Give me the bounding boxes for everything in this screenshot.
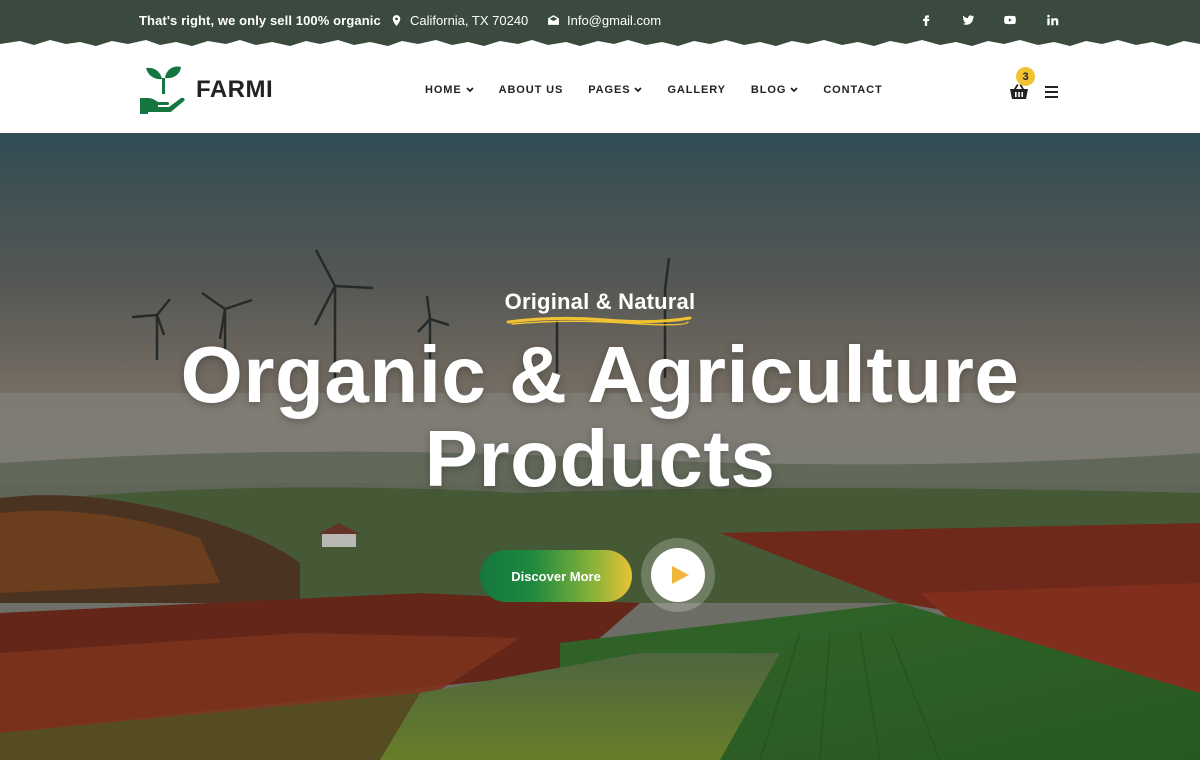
nav-item-label: HOME bbox=[425, 84, 462, 96]
play-icon bbox=[672, 566, 689, 584]
cart-count-badge: 3 bbox=[1016, 67, 1035, 86]
menu-icon[interactable] bbox=[1045, 86, 1059, 98]
cart-icon bbox=[1010, 84, 1028, 99]
nav-item-contact[interactable]: CONTACT bbox=[823, 84, 882, 96]
facebook-icon[interactable] bbox=[918, 12, 934, 28]
envelope-icon bbox=[548, 15, 559, 25]
torn-paper-edge bbox=[0, 40, 1200, 50]
site-logo[interactable]: FARMI bbox=[138, 64, 273, 116]
hero-subtitle-text: Original & Natural bbox=[504, 289, 696, 314]
hero-title-line-1: Organic & Agriculture bbox=[180, 330, 1020, 419]
email-text[interactable]: Info@gmail.com bbox=[567, 13, 661, 28]
chevron-down-icon bbox=[465, 87, 474, 93]
discover-more-button[interactable]: Discover More bbox=[480, 550, 632, 602]
nav-item-blog[interactable]: BLOG bbox=[751, 84, 798, 96]
nav-item-label: ABOUT US bbox=[498, 84, 564, 96]
nav-item-label: GALLERY bbox=[667, 84, 726, 96]
location-info: California, TX 70240 bbox=[390, 13, 528, 28]
twitter-icon[interactable] bbox=[960, 12, 976, 28]
nav-item-label: PAGES bbox=[588, 84, 631, 96]
nav-item-pages[interactable]: PAGES bbox=[588, 84, 643, 96]
hero-subtitle: Original & Natural bbox=[0, 289, 1200, 326]
linkedin-icon[interactable] bbox=[1044, 12, 1060, 28]
chevron-down-icon bbox=[634, 87, 643, 93]
cart-button[interactable]: 3 bbox=[1010, 67, 1035, 102]
sprout-hand-logo-icon bbox=[140, 66, 185, 114]
email-info[interactable]: Info@gmail.com bbox=[547, 13, 661, 28]
chevron-down-icon bbox=[790, 87, 798, 93]
hero-section: Original & Natural Organic & Agriculture… bbox=[0, 133, 1200, 760]
location-text: California, TX 70240 bbox=[410, 13, 529, 28]
nav-item-home[interactable]: HOME bbox=[425, 84, 474, 96]
social-links bbox=[918, 12, 1060, 28]
main-navigation: HOME ABOUT US PAGES GALLERY BLOG CONTACT bbox=[425, 84, 883, 96]
nav-item-gallery[interactable]: GALLERY bbox=[667, 84, 725, 96]
top-bar-tagline: That's right, we only sell 100% organic bbox=[139, 13, 381, 28]
nav-item-label: CONTACT bbox=[823, 84, 883, 96]
nav-item-about-us[interactable]: ABOUT US bbox=[499, 84, 564, 96]
brand-name: FARMI bbox=[196, 76, 274, 103]
hero-title-line-2: Products bbox=[424, 414, 776, 503]
site-header: FARMI HOME ABOUT US PAGES GALLERY BLOG C… bbox=[0, 46, 1200, 133]
youtube-icon[interactable] bbox=[1002, 12, 1018, 28]
play-video-button[interactable] bbox=[651, 548, 705, 602]
hero-title: Organic & Agriculture Products bbox=[0, 333, 1200, 501]
brush-underline-decoration bbox=[506, 316, 692, 326]
location-pin-icon bbox=[392, 15, 401, 26]
nav-item-label: BLOG bbox=[750, 84, 787, 96]
